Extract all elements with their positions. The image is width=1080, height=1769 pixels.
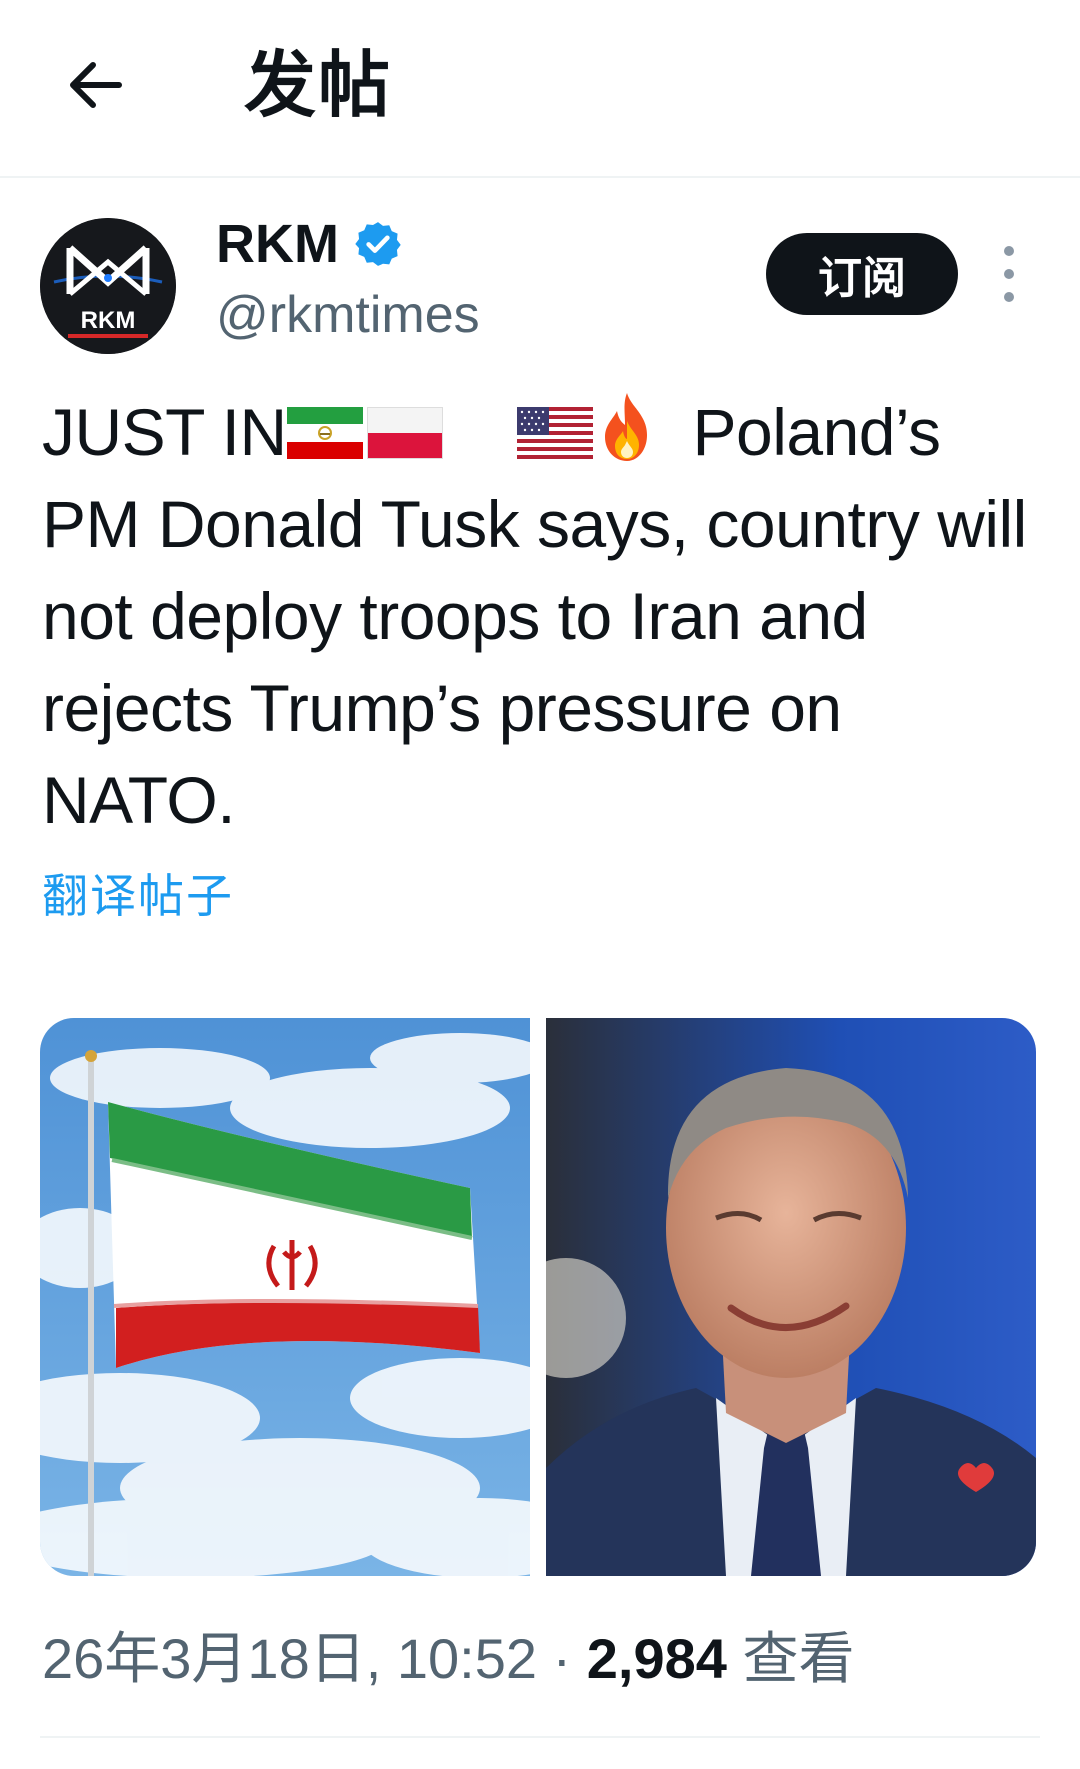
poland-flag-icon [366,407,443,459]
page-title: 发帖 [244,46,393,126]
views-label: 查看 [726,1627,855,1690]
svg-text:RKM: RKM [81,307,136,334]
tweet-text-prefix: JUST IN [42,395,287,469]
divider [40,1736,1040,1738]
iran-flag-icon [286,407,363,459]
views-count: 2,984 [586,1627,727,1690]
subscribe-button[interactable]: 订阅 [766,233,958,315]
media-image-portrait[interactable] [546,1018,1036,1576]
fire-icon [604,393,647,461]
iran-flag-photo [40,1018,530,1576]
post-timestamp[interactable]: 26年3月18日, 10:52 [42,1627,537,1690]
author-name-row[interactable]: RKM [216,212,403,276]
back-button[interactable] [58,48,132,122]
translate-post-link[interactable]: 翻译帖子 [42,866,234,926]
meta-separator: · [536,1627,587,1690]
post-meta: 26年3月18日, 10:52 · 2,984 查看 [42,1624,854,1694]
media-grid [40,1018,1036,1576]
avatar[interactable]: RKM [40,218,176,354]
us-flag-icon [516,407,593,459]
portrait-photo [546,1018,1036,1576]
author-handle[interactable]: @rkmtimes [216,284,480,346]
verified-badge-icon [355,222,401,266]
back-arrow-icon [70,62,122,108]
media-image-iran-flag[interactable] [40,1018,530,1576]
more-icon [1004,246,1014,256]
rkm-logo-icon: RKM [40,218,176,354]
tweet-text: JUST IN Poland’s PM Donald Tusk says, co… [42,386,1042,846]
post-detail-page: 发帖 RKM RKM @rkmtimes 订阅 JUST IN Poland’s… [0,0,1080,1769]
more-options-button[interactable] [994,246,1024,302]
author-name[interactable]: RKM [216,212,339,276]
top-bar: 发帖 [0,0,1080,178]
